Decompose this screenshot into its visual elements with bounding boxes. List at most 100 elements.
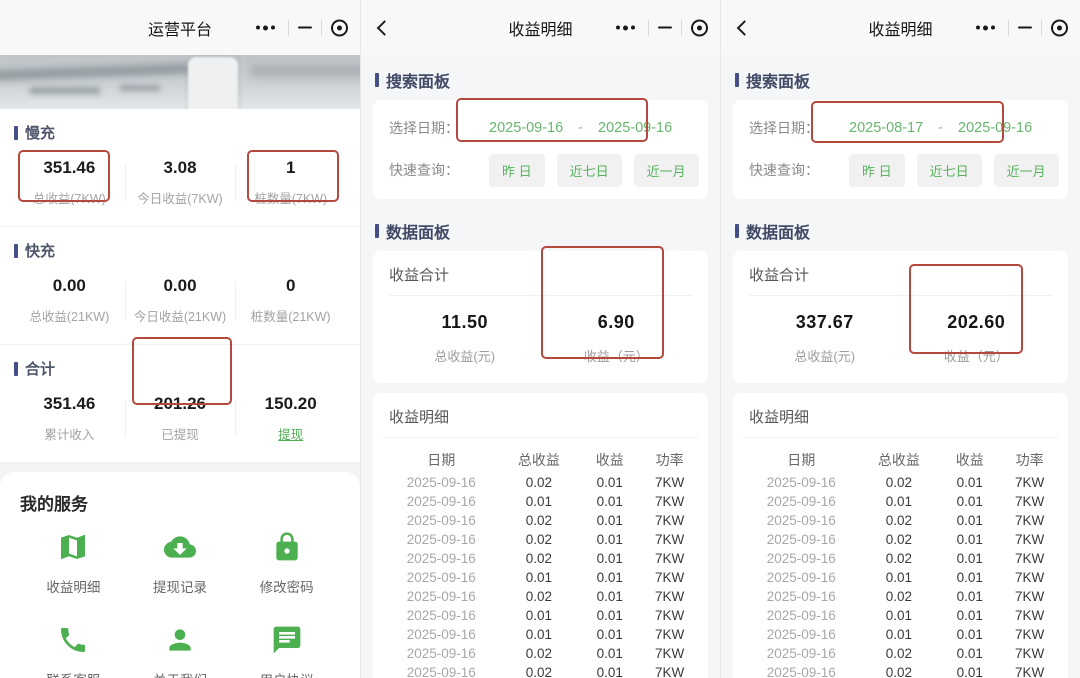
close-icon[interactable] bbox=[691, 19, 708, 36]
lock-icon bbox=[275, 532, 298, 561]
table-row: 2025-09-16 0.01 0.01 7KW bbox=[383, 606, 698, 625]
cell-income: 0.01 bbox=[956, 665, 983, 678]
cell-date: 2025-09-16 bbox=[766, 551, 836, 566]
search-card: 选择日期： 2025-08-17 - 2025-09-16 快速查询： 昨 日 … bbox=[733, 100, 1068, 199]
withdraw-link[interactable]: 提现 bbox=[235, 424, 346, 443]
minimize-icon[interactable] bbox=[298, 26, 312, 29]
minimize-icon[interactable] bbox=[1018, 26, 1032, 29]
more-icon[interactable] bbox=[252, 21, 279, 34]
stat-label: 累计收入 bbox=[44, 428, 95, 442]
station-photo bbox=[0, 55, 360, 109]
cell-date: 2025-09-16 bbox=[406, 532, 476, 547]
table-row: 2025-09-16 0.01 0.01 7KW bbox=[383, 568, 698, 587]
date-range-picker[interactable]: 2025-09-16 - 2025-09-16 bbox=[477, 120, 672, 136]
cell-power: 7KW bbox=[655, 570, 685, 585]
miniprogram-capsule bbox=[972, 19, 1068, 36]
cell-date: 2025-09-16 bbox=[766, 665, 836, 678]
cell-income: 0.01 bbox=[956, 475, 983, 490]
table-row: 2025-09-16 0.02 0.01 7KW bbox=[383, 587, 698, 606]
more-icon[interactable] bbox=[612, 21, 639, 34]
date-start[interactable]: 2025-08-17 bbox=[849, 120, 923, 136]
date-end[interactable]: 2025-09-16 bbox=[598, 120, 672, 136]
cell-date: 2025-09-16 bbox=[406, 608, 476, 623]
quick-last30days-button[interactable]: 近一月 bbox=[993, 153, 1059, 187]
col-total-income: 总收益 bbox=[877, 452, 920, 468]
map-icon bbox=[61, 535, 86, 559]
income-detail-panel-1: 收益明细 搜索面板 选择日期： 2025-09-16 - 2025-09-16 … bbox=[360, 0, 720, 678]
cell-income: 0.01 bbox=[596, 608, 623, 623]
date-range-picker[interactable]: 2025-08-17 - 2025-09-16 bbox=[837, 120, 1032, 136]
cell-income: 0.01 bbox=[956, 589, 983, 604]
minimize-icon[interactable] bbox=[658, 26, 672, 29]
my-services-card: 我的服务 收益明细 提现记录 修改密码 联系客服 bbox=[0, 472, 360, 678]
table-row: 2025-09-16 0.01 0.01 7KW bbox=[743, 492, 1058, 511]
cell-date: 2025-09-16 bbox=[766, 570, 836, 585]
quick-last7days-button[interactable]: 近七日 bbox=[916, 153, 982, 187]
section-title: 搜索面板 bbox=[746, 74, 811, 91]
stat-value: 3.08 bbox=[163, 158, 197, 177]
table-row: 2025-09-16 0.01 0.01 7KW bbox=[383, 625, 698, 644]
capsule-divider bbox=[681, 19, 682, 36]
service-item-change-password[interactable]: 修改密码 bbox=[233, 531, 340, 596]
quick-last30days-button[interactable]: 近一月 bbox=[633, 153, 699, 187]
table-row: 2025-09-16 0.02 0.01 7KW bbox=[383, 473, 698, 492]
close-icon[interactable] bbox=[331, 19, 348, 36]
cell-date: 2025-09-16 bbox=[406, 570, 476, 585]
search-panel-header: 搜索面板 bbox=[735, 68, 1066, 92]
cell-power: 7KW bbox=[655, 608, 685, 623]
date-separator: - bbox=[578, 120, 584, 136]
screenshot-stage: 运营平台 慢充 351.46 总收益(7KW) 3.08 今日收益(7KW) 1… bbox=[0, 0, 1080, 678]
cell-total-income: 0.02 bbox=[525, 551, 553, 566]
service-label: 联系客服 bbox=[46, 669, 100, 678]
service-item-withdraw-records[interactable]: 提现记录 bbox=[127, 531, 234, 596]
cell-power: 7KW bbox=[655, 627, 685, 642]
quick-yesterday-button[interactable]: 昨 日 bbox=[849, 153, 905, 187]
back-icon[interactable] bbox=[736, 19, 753, 36]
capsule-divider bbox=[321, 19, 322, 36]
table-body: 2025-09-16 0.02 0.01 7KW 2025-09-16 0.01… bbox=[383, 473, 698, 678]
table-row: 2025-09-16 0.02 0.01 7KW bbox=[383, 549, 698, 568]
summary-label: 收益（元） bbox=[943, 349, 1009, 364]
cell-income: 0.01 bbox=[596, 646, 623, 661]
stat-label: 桩数量(7KW) bbox=[254, 192, 328, 206]
cell-date: 2025-09-16 bbox=[406, 494, 476, 509]
cell-total-income: 0.01 bbox=[525, 627, 553, 642]
cell-total-income: 0.02 bbox=[885, 513, 913, 528]
date-start[interactable]: 2025-09-16 bbox=[489, 120, 563, 136]
section-fast-charge: 快充 0.00 总收益(21KW) 0.00 今日收益(21KW) 0 桩数量(… bbox=[0, 226, 360, 344]
service-item-income-detail[interactable]: 收益明细 bbox=[20, 531, 127, 596]
summary-label: 收益（元） bbox=[583, 349, 649, 364]
divider bbox=[749, 295, 1052, 296]
section-marker bbox=[14, 361, 18, 376]
service-item-contact-support[interactable]: 联系客服 bbox=[20, 624, 127, 678]
table-row: 2025-09-16 0.02 0.01 7KW bbox=[743, 511, 1058, 530]
table-row: 2025-09-16 0.02 0.01 7KW bbox=[383, 530, 698, 549]
stat-total-income-21kw: 0.00 总收益(21KW) bbox=[14, 276, 125, 325]
cell-total-income: 0.02 bbox=[885, 665, 913, 678]
back-icon[interactable] bbox=[376, 19, 393, 36]
capsule-divider bbox=[288, 19, 289, 36]
cell-power: 7KW bbox=[1015, 532, 1045, 547]
data-panel-header: 数据面板 bbox=[375, 219, 706, 243]
stat-value: 351.46 bbox=[43, 158, 96, 177]
cell-power: 7KW bbox=[655, 646, 685, 661]
service-item-user-agreement[interactable]: 用户协议 bbox=[233, 624, 340, 678]
cell-income: 0.01 bbox=[596, 665, 623, 678]
stat-value: 150.20 bbox=[264, 394, 317, 413]
date-end[interactable]: 2025-09-16 bbox=[958, 120, 1032, 136]
section-header: 快充 bbox=[14, 227, 346, 261]
cell-income: 0.01 bbox=[956, 570, 983, 585]
page-title: 收益明细 bbox=[508, 21, 573, 39]
quick-last7days-button[interactable]: 近七日 bbox=[556, 153, 622, 187]
close-icon[interactable] bbox=[1051, 19, 1068, 36]
table-header: 日期 总收益 收益 功率 bbox=[383, 447, 698, 473]
more-icon[interactable] bbox=[972, 21, 999, 34]
quick-yesterday-button[interactable]: 昨 日 bbox=[489, 153, 545, 187]
cell-income: 0.01 bbox=[596, 475, 623, 490]
detail-title: 收益明细 bbox=[389, 409, 450, 426]
income-detail-panel-2: 收益明细 搜索面板 选择日期： 2025-08-17 - 2025-09-16 … bbox=[720, 0, 1080, 678]
service-item-about-us[interactable]: 关于我们 bbox=[127, 624, 234, 678]
capsule-divider bbox=[1008, 19, 1009, 36]
service-label: 用户协议 bbox=[260, 669, 314, 678]
cell-date: 2025-09-16 bbox=[406, 646, 476, 661]
